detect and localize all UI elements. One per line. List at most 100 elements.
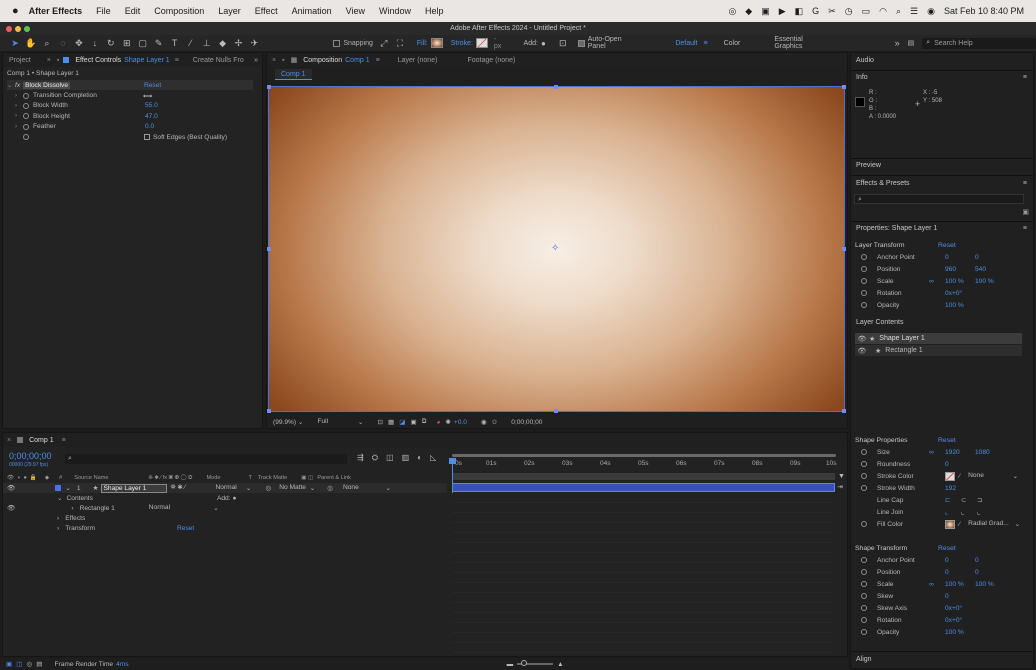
lock-icon[interactable]: ▪ <box>282 57 284 64</box>
stopwatch-icon[interactable] <box>23 92 29 99</box>
shape-properties-reset[interactable]: Reset <box>938 437 956 444</box>
comp-flowchart-icon[interactable]: ⇶ <box>357 453 364 463</box>
minimize-window-button[interactable] <box>15 26 21 32</box>
rectangle-visibility-eye-icon[interactable]: 👁 <box>7 504 15 512</box>
st-position-x[interactable]: 0 <box>945 569 975 576</box>
tab-effect-controls[interactable]: Effect Controls <box>69 57 124 64</box>
snapshot-icon[interactable]: ◉ <box>481 418 487 426</box>
tab-composition-name[interactable]: Comp 1 <box>345 57 370 64</box>
lt-anchor-y[interactable]: 0 <box>975 254 1005 261</box>
panel-menu-icon[interactable]: ≡ <box>175 57 179 64</box>
resolution-dropdown[interactable]: Full ⌄ <box>317 418 363 426</box>
transform-handle-tr[interactable] <box>842 85 846 89</box>
rotate-tool-icon[interactable]: ↻ <box>104 37 118 49</box>
scrub-cursor-icon[interactable]: ⟺ <box>143 92 152 100</box>
transform-handle-bl[interactable] <box>267 409 271 413</box>
rectangle-tool-icon[interactable]: ▢ <box>136 37 150 49</box>
panel-menu-icon[interactable]: ≡ <box>62 437 66 444</box>
battery-icon[interactable]: ▭ <box>862 6 871 17</box>
effect-reset-button[interactable]: Reset <box>144 82 161 89</box>
butt-cap-icon[interactable]: ⊏ <box>945 496 961 504</box>
stopwatch-icon[interactable] <box>861 473 867 479</box>
mode-header[interactable]: Mode <box>206 475 220 481</box>
auto-open-checkbox[interactable] <box>577 39 585 47</box>
snap-expand-icon[interactable]: ⛶ <box>393 37 407 49</box>
play-icon[interactable]: ▶ <box>779 6 786 17</box>
tab-composition[interactable]: Composition <box>297 57 345 64</box>
shape-transform-reset[interactable]: Reset <box>938 545 956 552</box>
parent-link-header[interactable]: Parent & Link <box>317 475 351 481</box>
stopwatch-icon[interactable] <box>861 521 867 527</box>
expand-chevron-icon[interactable]: › <box>15 103 23 109</box>
sp-size-h[interactable]: 1080 <box>975 449 1005 456</box>
pan-behind-tool-icon[interactable]: ⊞ <box>120 37 134 49</box>
contents-add-button[interactable]: ● <box>233 495 237 502</box>
bevel-join-icon[interactable]: ⌞ <box>977 508 993 516</box>
tab-layer[interactable]: Layer (none) <box>392 57 444 64</box>
audio-panel-header[interactable]: Audio <box>856 57 874 64</box>
soft-edges-checkbox[interactable] <box>144 134 150 141</box>
track-matte-header[interactable]: Track Matte <box>258 475 287 481</box>
help-search-field[interactable]: ⌕ Search Help <box>922 37 1036 49</box>
wifi-icon[interactable]: ◠ <box>879 6 887 17</box>
expand-chevron-icon[interactable]: › <box>15 93 23 99</box>
st-rotation-value[interactable]: 0x+0° <box>945 617 975 624</box>
layer-row[interactable]: 👁 ⌄ 1 ★ Shape Layer 1 ⛯ ✱ ⁄ Normal ⌄ ◎ No… <box>3 483 447 493</box>
layer-switches[interactable]: ⛯ ✱ ⁄ <box>171 484 186 492</box>
layer-search-field[interactable]: ⌕ <box>65 454 347 464</box>
preview-panel-header[interactable]: Preview <box>856 162 881 169</box>
stopwatch-icon[interactable] <box>861 617 867 623</box>
eyedropper-icon[interactable]: ⁄ <box>959 521 960 528</box>
track-matte-pickwhip-icon[interactable]: ◎ <box>265 484 271 492</box>
align-panel-header[interactable]: Align <box>856 656 872 663</box>
stopwatch-icon[interactable] <box>861 593 867 599</box>
scissors-icon[interactable]: ✂ <box>828 6 836 17</box>
camera-icon[interactable]: ▣ <box>761 6 770 17</box>
expand-chevron-icon[interactable]: › <box>15 113 23 119</box>
rectangle-row[interactable]: 👁 › Rectangle 1 Normal ⌄ <box>3 503 447 513</box>
t-header[interactable]: T <box>248 475 251 481</box>
tab-footage[interactable]: Footage (none) <box>461 57 521 64</box>
effect-name[interactable]: Block Dissolve <box>23 81 71 89</box>
snapping-checkbox[interactable] <box>333 39 341 47</box>
stopwatch-icon[interactable] <box>861 557 867 563</box>
lt-rotation-value[interactable]: 0x+0° <box>945 290 975 297</box>
rectangle-mode-dropdown[interactable]: Normal ⌄ <box>149 504 219 512</box>
more-tabs-icon[interactable]: » <box>254 57 258 64</box>
new-bin-icon[interactable]: ▣ <box>1022 208 1029 216</box>
transform-handle-mr[interactable] <box>842 247 846 251</box>
layer-mode-dropdown[interactable]: Normal ⌄ <box>215 484 251 492</box>
grammarly-icon[interactable]: G <box>812 6 819 16</box>
constrain-link-icon[interactable]: ∞ <box>929 449 945 456</box>
round-join-icon[interactable]: ⌞ <box>961 508 977 516</box>
clone-stamp-tool-icon[interactable]: ⊥ <box>200 37 214 49</box>
stroke-color-swatch[interactable] <box>945 471 955 481</box>
transform-handle-ml[interactable] <box>267 247 271 251</box>
contents-expand-chevron-icon[interactable]: ⌄ <box>57 494 63 502</box>
draft-3d-icon[interactable]: ⛭ <box>372 453 378 463</box>
roto-brush-tool-icon[interactable]: ✢ <box>232 37 246 49</box>
show-snapshot-icon[interactable]: ✿ <box>492 418 498 426</box>
effects-menu-icon[interactable]: ≡ <box>1023 180 1027 187</box>
stroke-type-dropdown[interactable]: None ⌄ <box>968 472 1018 480</box>
workspace-menu-icon[interactable]: ≡ <box>704 40 708 47</box>
transform-row[interactable]: › Transform Reset <box>3 523 447 533</box>
stopwatch-icon[interactable] <box>23 102 29 109</box>
notes-icon[interactable]: ◧ <box>795 6 804 17</box>
contents-row[interactable]: ⌄ Contents Add: ● <box>3 493 447 503</box>
stopwatch-icon[interactable] <box>23 134 29 141</box>
transform-reset-button[interactable]: Reset <box>177 525 194 532</box>
orbit-tool-icon[interactable]: ◌ <box>56 37 70 49</box>
contents-item-shape-layer[interactable]: 👁 ★ Shape Layer 1 <box>855 333 1022 344</box>
layer-duration-bar[interactable] <box>452 483 835 492</box>
tab-project[interactable]: Project <box>3 57 37 64</box>
stroke-width-field[interactable]: - px <box>494 36 506 50</box>
stopwatch-icon[interactable] <box>861 290 867 296</box>
transform-handle-tl[interactable] <box>267 85 271 89</box>
history-icon[interactable]: ◷ <box>845 6 853 17</box>
lt-position-y[interactable]: 540 <box>975 266 1005 273</box>
color-channels-icon[interactable]: ◕ <box>436 419 440 426</box>
stopwatch-icon[interactable] <box>861 302 867 308</box>
dropbox-icon[interactable]: ◆ <box>745 6 752 17</box>
track-matte-dropdown[interactable]: No Matte ⌄ <box>279 484 315 492</box>
